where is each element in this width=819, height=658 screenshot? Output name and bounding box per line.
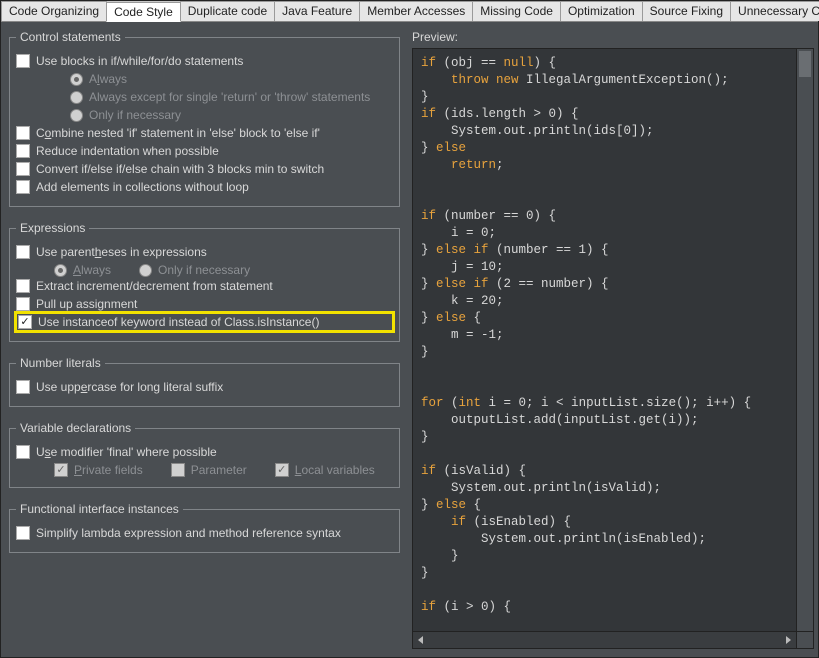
opt-convert-chain[interactable]: Convert if/else if/else chain with 3 blo… bbox=[16, 160, 393, 178]
tab-code-organizing[interactable]: Code Organizing bbox=[1, 1, 107, 21]
opt-pull-up[interactable]: Pull up assignment bbox=[16, 295, 393, 313]
radio-icon bbox=[70, 73, 83, 86]
opt-instanceof[interactable]: Use instanceof keyword instead of Class.… bbox=[16, 313, 393, 331]
tab-duplicate-code[interactable]: Duplicate code bbox=[180, 1, 275, 21]
checkbox-icon[interactable] bbox=[16, 126, 30, 140]
opt-combine-nested[interactable]: Combine nested 'if' statement in 'else' … bbox=[16, 124, 393, 142]
opt-use-final[interactable]: Use modifier 'final' where possible bbox=[16, 443, 393, 461]
scroll-right-icon[interactable] bbox=[786, 636, 791, 644]
code-text: if (obj == null) { throw new IllegalArgu… bbox=[413, 49, 813, 616]
opt-label: Use uppercase for long literal suffix bbox=[36, 380, 223, 394]
content-area: Control statements Use blocks in if/whil… bbox=[1, 22, 818, 657]
legend-number: Number literals bbox=[16, 356, 105, 370]
radio-icon bbox=[139, 264, 152, 277]
checkbox-icon[interactable] bbox=[16, 180, 30, 194]
opt-label: Combine nested 'if' statement in 'else' … bbox=[36, 126, 320, 140]
opt-uppercase-long[interactable]: Use uppercase for long literal suffix bbox=[16, 378, 393, 396]
checkbox-icon[interactable] bbox=[16, 162, 30, 176]
opt-label: Always bbox=[89, 72, 127, 86]
opt-paren-always: Always bbox=[54, 263, 111, 277]
tab-missing-code[interactable]: Missing Code bbox=[472, 1, 561, 21]
group-number-literals: Number literals Use uppercase for long l… bbox=[9, 356, 400, 407]
tab-member-accesses[interactable]: Member Accesses bbox=[359, 1, 473, 21]
opt-label: Only if necessary bbox=[158, 263, 250, 277]
group-control-statements: Control statements Use blocks in if/whil… bbox=[9, 30, 400, 207]
radio-icon bbox=[70, 91, 83, 104]
opt-label: Use blocks in if/while/for/do statements bbox=[36, 54, 243, 68]
opt-label: Parameter bbox=[191, 463, 247, 477]
group-expressions: Expressions Use parentheses in expressio… bbox=[9, 221, 400, 342]
checkbox-icon bbox=[275, 463, 289, 477]
group-variable-declarations: Variable declarations Use modifier 'fina… bbox=[9, 421, 400, 488]
opt-label: Reduce indentation when possible bbox=[36, 144, 219, 158]
legend-expressions: Expressions bbox=[16, 221, 89, 235]
checkbox-icon[interactable] bbox=[16, 54, 30, 68]
tab-bar: Code OrganizingCode StyleDuplicate codeJ… bbox=[1, 1, 818, 22]
opt-label: Local variables bbox=[295, 463, 375, 477]
tab-java-feature[interactable]: Java Feature bbox=[274, 1, 360, 21]
opt-extract-increment[interactable]: Extract increment/decrement from stateme… bbox=[16, 277, 393, 295]
opt-use-parentheses[interactable]: Use parentheses in expressions bbox=[16, 243, 393, 261]
checkbox-icon[interactable] bbox=[16, 526, 30, 540]
options-panel: Control statements Use blocks in if/whil… bbox=[1, 22, 408, 657]
code-preview: if (obj == null) { throw new IllegalArgu… bbox=[412, 48, 814, 649]
checkbox-icon bbox=[54, 463, 68, 477]
tab-unnecessary-code[interactable]: Unnecessary Code bbox=[730, 1, 819, 21]
opt-label: Convert if/else if/else chain with 3 blo… bbox=[36, 162, 324, 176]
legend-func: Functional interface instances bbox=[16, 502, 183, 516]
scroll-left-icon[interactable] bbox=[418, 636, 423, 644]
tab-code-style[interactable]: Code Style bbox=[106, 2, 181, 22]
scrollbar-thumb[interactable] bbox=[799, 51, 811, 77]
preview-label: Preview: bbox=[412, 30, 814, 44]
opt-paren-only-if: Only if necessary bbox=[139, 263, 250, 277]
opt-label: Always except for single 'return' or 'th… bbox=[89, 90, 370, 104]
checkbox-icon[interactable] bbox=[16, 144, 30, 158]
checkbox-icon[interactable] bbox=[16, 279, 30, 293]
legend-variable: Variable declarations bbox=[16, 421, 135, 435]
opt-always-except: Always except for single 'return' or 'th… bbox=[16, 88, 393, 106]
vertical-scrollbar[interactable] bbox=[796, 49, 813, 631]
radio-icon bbox=[54, 264, 67, 277]
opt-label: Only if necessary bbox=[89, 108, 181, 122]
legend-control: Control statements bbox=[16, 30, 125, 44]
opt-local-variables: Local variables bbox=[275, 463, 375, 477]
opt-parameter: Parameter bbox=[171, 463, 247, 477]
checkbox-icon bbox=[171, 463, 185, 477]
opt-label: Add elements in collections without loop bbox=[36, 180, 249, 194]
checkbox-icon[interactable] bbox=[16, 380, 30, 394]
preview-panel: Preview: if (obj == null) { throw new Il… bbox=[408, 22, 818, 657]
opt-add-elements[interactable]: Add elements in collections without loop bbox=[16, 178, 393, 196]
checkbox-icon[interactable] bbox=[18, 315, 32, 329]
checkbox-icon[interactable] bbox=[16, 445, 30, 459]
tab-optimization[interactable]: Optimization bbox=[560, 1, 643, 21]
opt-reduce-indent[interactable]: Reduce indentation when possible bbox=[16, 142, 393, 160]
checkbox-icon[interactable] bbox=[16, 297, 30, 311]
opt-label: Pull up assignment bbox=[36, 297, 137, 311]
group-functional-interface: Functional interface instances Simplify … bbox=[9, 502, 400, 553]
opt-always: Always bbox=[16, 70, 393, 88]
opt-private-fields: Private fields bbox=[54, 463, 143, 477]
opt-label: Private fields bbox=[74, 463, 143, 477]
checkbox-icon[interactable] bbox=[16, 245, 30, 259]
horizontal-scrollbar[interactable] bbox=[413, 631, 796, 648]
radio-icon bbox=[70, 109, 83, 122]
opt-label: Extract increment/decrement from stateme… bbox=[36, 279, 273, 293]
opt-label: Use parentheses in expressions bbox=[36, 245, 207, 259]
opt-use-blocks[interactable]: Use blocks in if/while/for/do statements bbox=[16, 52, 393, 70]
opt-only-if-necessary: Only if necessary bbox=[16, 106, 393, 124]
opt-label: Simplify lambda expression and method re… bbox=[36, 526, 341, 540]
scrollbar-corner bbox=[796, 631, 813, 648]
opt-simplify-lambda[interactable]: Simplify lambda expression and method re… bbox=[16, 524, 393, 542]
opt-label: Use instanceof keyword instead of Class.… bbox=[38, 315, 319, 329]
opt-label: Always bbox=[73, 263, 111, 277]
tab-source-fixing[interactable]: Source Fixing bbox=[642, 1, 731, 21]
opt-label: Use modifier 'final' where possible bbox=[36, 445, 217, 459]
